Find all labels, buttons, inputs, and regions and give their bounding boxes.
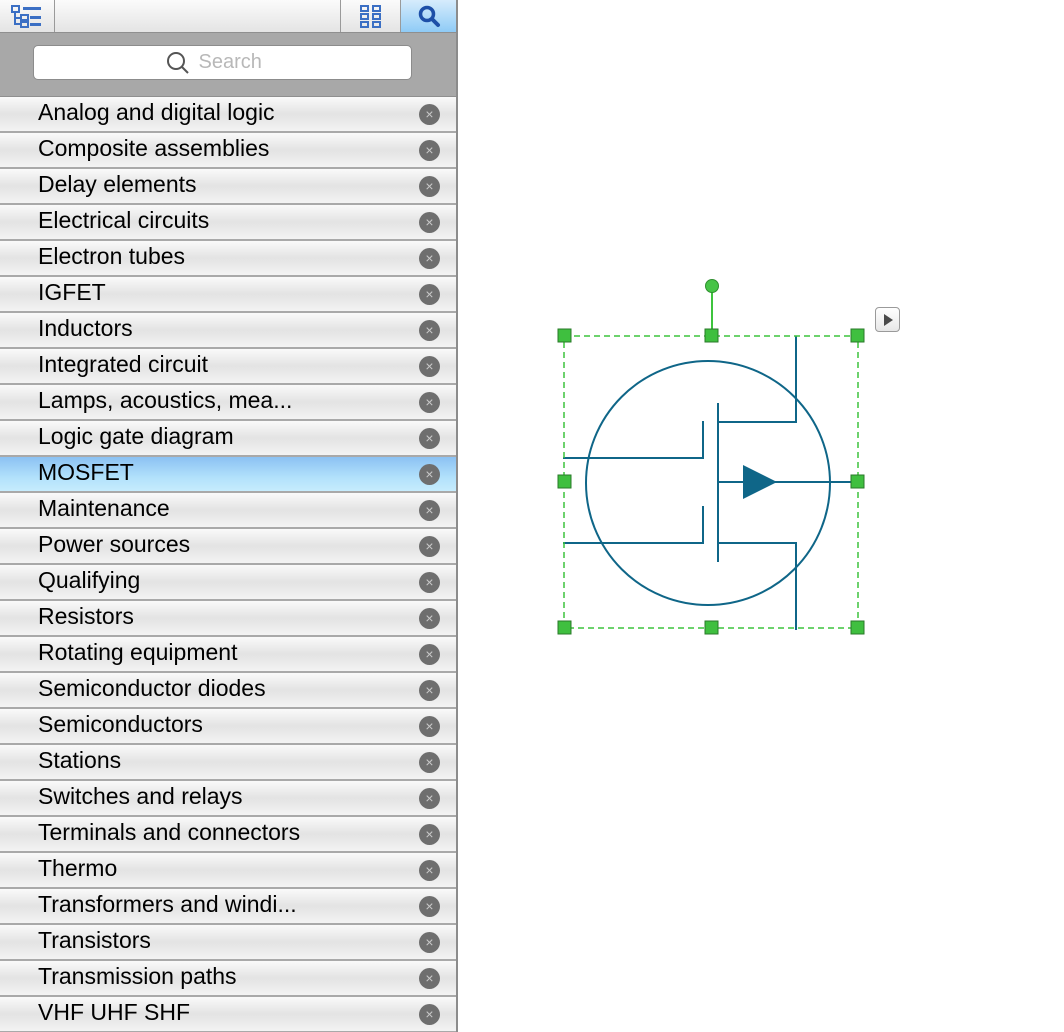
remove-library-icon[interactable]: × bbox=[419, 284, 440, 305]
tree-view-button[interactable] bbox=[0, 0, 55, 32]
search-view-button[interactable] bbox=[401, 0, 456, 32]
drawing-canvas[interactable] bbox=[458, 0, 1064, 1032]
remove-library-icon[interactable]: × bbox=[419, 104, 440, 125]
search-input[interactable] bbox=[196, 50, 281, 75]
library-item-label: Rotating equipment bbox=[38, 639, 238, 665]
search-icon bbox=[418, 5, 440, 27]
library-item[interactable]: Analog and digital logic × bbox=[0, 97, 456, 131]
library-item-label: Analog and digital logic bbox=[38, 99, 275, 125]
remove-library-icon[interactable]: × bbox=[419, 1004, 440, 1025]
search-bar-area bbox=[0, 33, 456, 98]
library-item-label: Logic gate diagram bbox=[38, 423, 234, 449]
sidebar-toolbar bbox=[0, 0, 456, 33]
library-item-label: Delay elements bbox=[38, 171, 197, 197]
remove-library-icon[interactable]: × bbox=[419, 500, 440, 521]
library-item[interactable]: Transmission paths × bbox=[0, 961, 456, 995]
toolbar-spacer bbox=[55, 0, 341, 32]
library-item[interactable]: Maintenance × bbox=[0, 493, 456, 527]
library-item[interactable]: Integrated circuit × bbox=[0, 349, 456, 383]
library-item[interactable]: Rotating equipment × bbox=[0, 637, 456, 671]
library-item[interactable]: Thermo × bbox=[0, 853, 456, 887]
remove-library-icon[interactable]: × bbox=[419, 932, 440, 953]
remove-library-icon[interactable]: × bbox=[419, 212, 440, 233]
library-item[interactable]: IGFET × bbox=[0, 277, 456, 311]
library-item-label: Electrical circuits bbox=[38, 207, 210, 233]
library-item[interactable]: Stations × bbox=[0, 745, 456, 779]
grid-view-icon bbox=[359, 5, 381, 28]
library-item[interactable]: Semiconductors × bbox=[0, 709, 456, 743]
remove-library-icon[interactable]: × bbox=[419, 140, 440, 161]
remove-library-icon[interactable]: × bbox=[419, 860, 440, 881]
remove-library-icon[interactable]: × bbox=[419, 788, 440, 809]
remove-library-icon[interactable]: × bbox=[419, 464, 440, 485]
tree-view-icon bbox=[11, 5, 41, 28]
library-item-label: VHF UHF SHF bbox=[38, 999, 191, 1025]
remove-library-icon[interactable]: × bbox=[419, 968, 440, 989]
library-item-label: Inductors bbox=[38, 315, 133, 341]
remove-library-icon[interactable]: × bbox=[419, 824, 440, 845]
library-item[interactable]: Resistors × bbox=[0, 601, 456, 635]
library-item[interactable]: Composite assemblies × bbox=[0, 133, 456, 167]
library-item-label: Terminals and connectors bbox=[38, 819, 301, 845]
library-item[interactable]: Inductors × bbox=[0, 313, 456, 347]
magnifier-icon bbox=[166, 51, 189, 74]
play-arrow-icon bbox=[883, 313, 893, 326]
library-item-label: Composite assemblies bbox=[38, 135, 270, 161]
library-item-label: Switches and relays bbox=[38, 783, 243, 809]
library-item[interactable]: Electron tubes × bbox=[0, 241, 456, 275]
library-item-label: Maintenance bbox=[38, 495, 170, 521]
library-item-label: Transmission paths bbox=[38, 963, 237, 989]
library-item[interactable]: Terminals and connectors × bbox=[0, 817, 456, 851]
library-item[interactable]: Lamps, acoustics, mea... × bbox=[0, 385, 456, 419]
library-item-label: Thermo bbox=[38, 855, 118, 881]
remove-library-icon[interactable]: × bbox=[419, 752, 440, 773]
library-item-label: Semiconductors bbox=[38, 711, 203, 737]
library-item-label: Semiconductor diodes bbox=[38, 675, 266, 701]
remove-library-icon[interactable]: × bbox=[419, 356, 440, 377]
library-item[interactable]: Power sources × bbox=[0, 529, 456, 563]
remove-library-icon[interactable]: × bbox=[419, 320, 440, 341]
library-sidebar: Analog and digital logic×Composite assem… bbox=[0, 0, 458, 1032]
library-item-label: Resistors bbox=[38, 603, 134, 629]
library-item-label: Transistors bbox=[38, 927, 151, 953]
remove-library-icon[interactable]: × bbox=[419, 392, 440, 413]
remove-library-icon[interactable]: × bbox=[419, 248, 440, 269]
library-item[interactable]: Qualifying × bbox=[0, 565, 456, 599]
library-item[interactable]: Transistors × bbox=[0, 925, 456, 959]
library-item[interactable]: Logic gate diagram × bbox=[0, 421, 456, 455]
library-list: Analog and digital logic × Composite assem… bbox=[0, 97, 456, 1032]
library-item-label: MOSFET bbox=[38, 459, 134, 485]
remove-library-icon[interactable]: × bbox=[419, 608, 440, 629]
remove-library-icon[interactable]: × bbox=[419, 428, 440, 449]
remove-library-icon[interactable]: × bbox=[419, 680, 440, 701]
remove-library-icon[interactable]: × bbox=[419, 644, 440, 665]
shape-actions-button[interactable] bbox=[875, 307, 900, 332]
remove-library-icon[interactable]: × bbox=[419, 716, 440, 737]
grid-view-button[interactable] bbox=[341, 0, 401, 32]
library-item-label: Electron tubes bbox=[38, 243, 186, 269]
remove-library-icon[interactable]: × bbox=[419, 572, 440, 593]
library-item[interactable]: Switches and relays × bbox=[0, 781, 456, 815]
library-item-label: Qualifying bbox=[38, 567, 141, 593]
library-item[interactable]: Electrical circuits × bbox=[0, 205, 456, 239]
library-item[interactable]: Transformers and windi... × bbox=[0, 889, 456, 923]
search-field[interactable] bbox=[33, 45, 412, 80]
library-item[interactable]: MOSFET × bbox=[0, 457, 456, 491]
library-item-label: Transformers and windi... bbox=[38, 891, 297, 917]
library-item[interactable]: VHF UHF SHF × bbox=[0, 997, 456, 1031]
library-item-label: Stations bbox=[38, 747, 122, 773]
library-item-label: Lamps, acoustics, mea... bbox=[38, 387, 293, 413]
library-item-label: IGFET bbox=[38, 279, 106, 305]
remove-library-icon[interactable]: × bbox=[419, 176, 440, 197]
remove-library-icon[interactable]: × bbox=[419, 896, 440, 917]
library-item-label: Integrated circuit bbox=[38, 351, 209, 377]
library-item-label: Power sources bbox=[38, 531, 191, 557]
remove-library-icon[interactable]: × bbox=[419, 536, 440, 557]
library-item[interactable]: Semiconductor diodes × bbox=[0, 673, 456, 707]
library-item[interactable]: Delay elements × bbox=[0, 169, 456, 203]
